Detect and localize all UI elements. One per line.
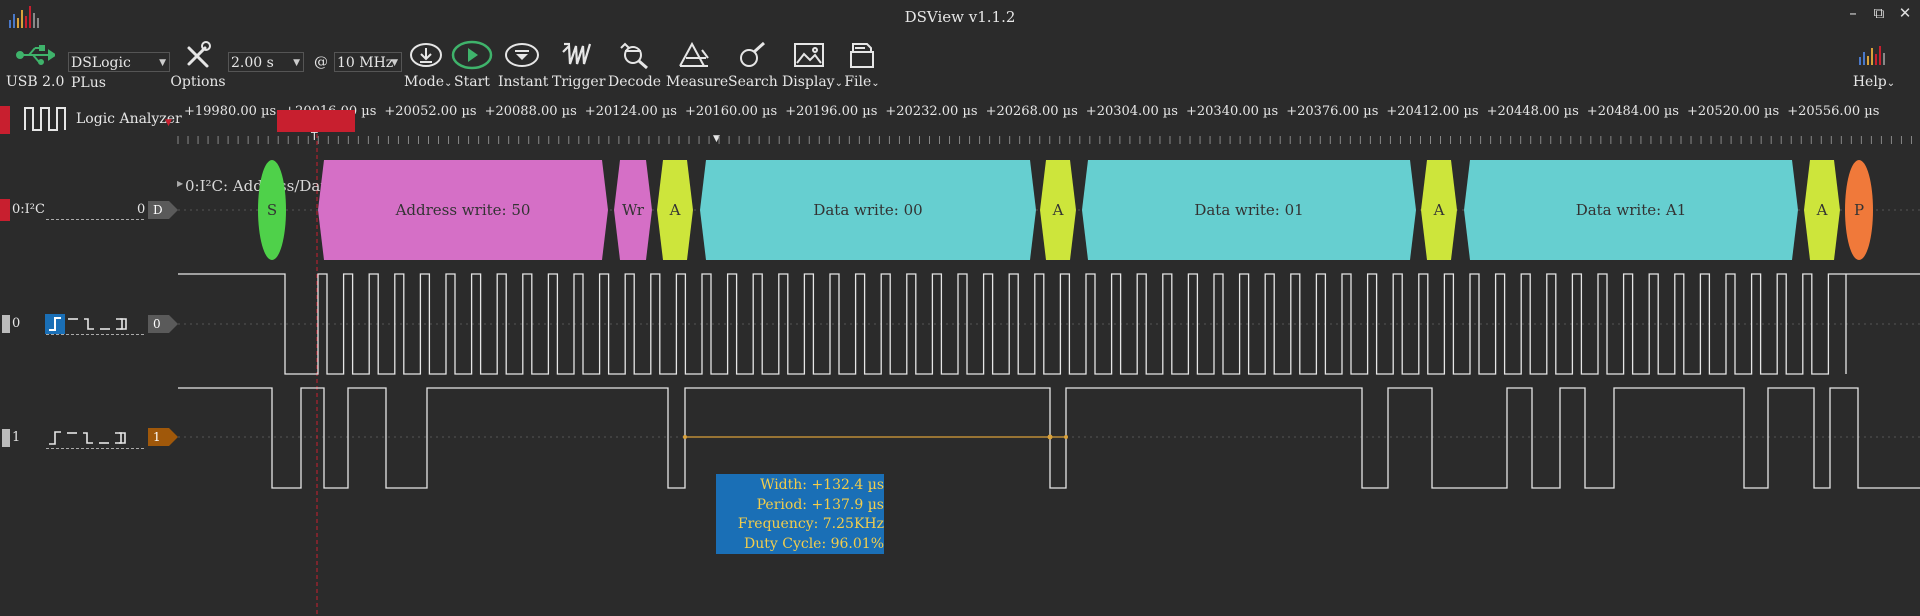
measurement-popup: Width: +132.4 µs Period: +137.9 µs Frequ… (716, 474, 884, 554)
decode-ack[interactable]: A (1421, 160, 1457, 260)
waveform-area[interactable] (0, 0, 1920, 616)
decode-stop[interactable]: P (1845, 160, 1873, 260)
measure-mid-dot (1047, 434, 1053, 440)
decode-start[interactable]: S (258, 160, 286, 260)
decode-row: S Address write: 50 Wr A Data write: 00 A Data… (0, 160, 1920, 262)
measure-frequency: Frequency: 7.25KHz (737, 516, 884, 532)
decode-data[interactable]: Data write: 01 (1082, 160, 1416, 260)
measure-end-dot (1064, 435, 1068, 439)
decode-data[interactable]: Data write: A1 (1464, 160, 1798, 260)
measure-width: Width: +132.4 µs (760, 477, 884, 493)
decode-data[interactable]: Data write: 00 (700, 160, 1036, 260)
measure-start-dot (683, 435, 687, 439)
measure-period: Period: +137.9 µs (756, 496, 884, 513)
decode-ack[interactable]: A (1804, 160, 1840, 260)
decode-wr[interactable]: Wr (614, 160, 652, 260)
decode-address[interactable]: Address write: 50 (318, 160, 608, 260)
measure-duty-cycle: Duty Cycle: 96.01% (744, 535, 884, 552)
decode-ack[interactable]: A (657, 160, 693, 260)
decode-ack[interactable]: A (1040, 160, 1076, 260)
